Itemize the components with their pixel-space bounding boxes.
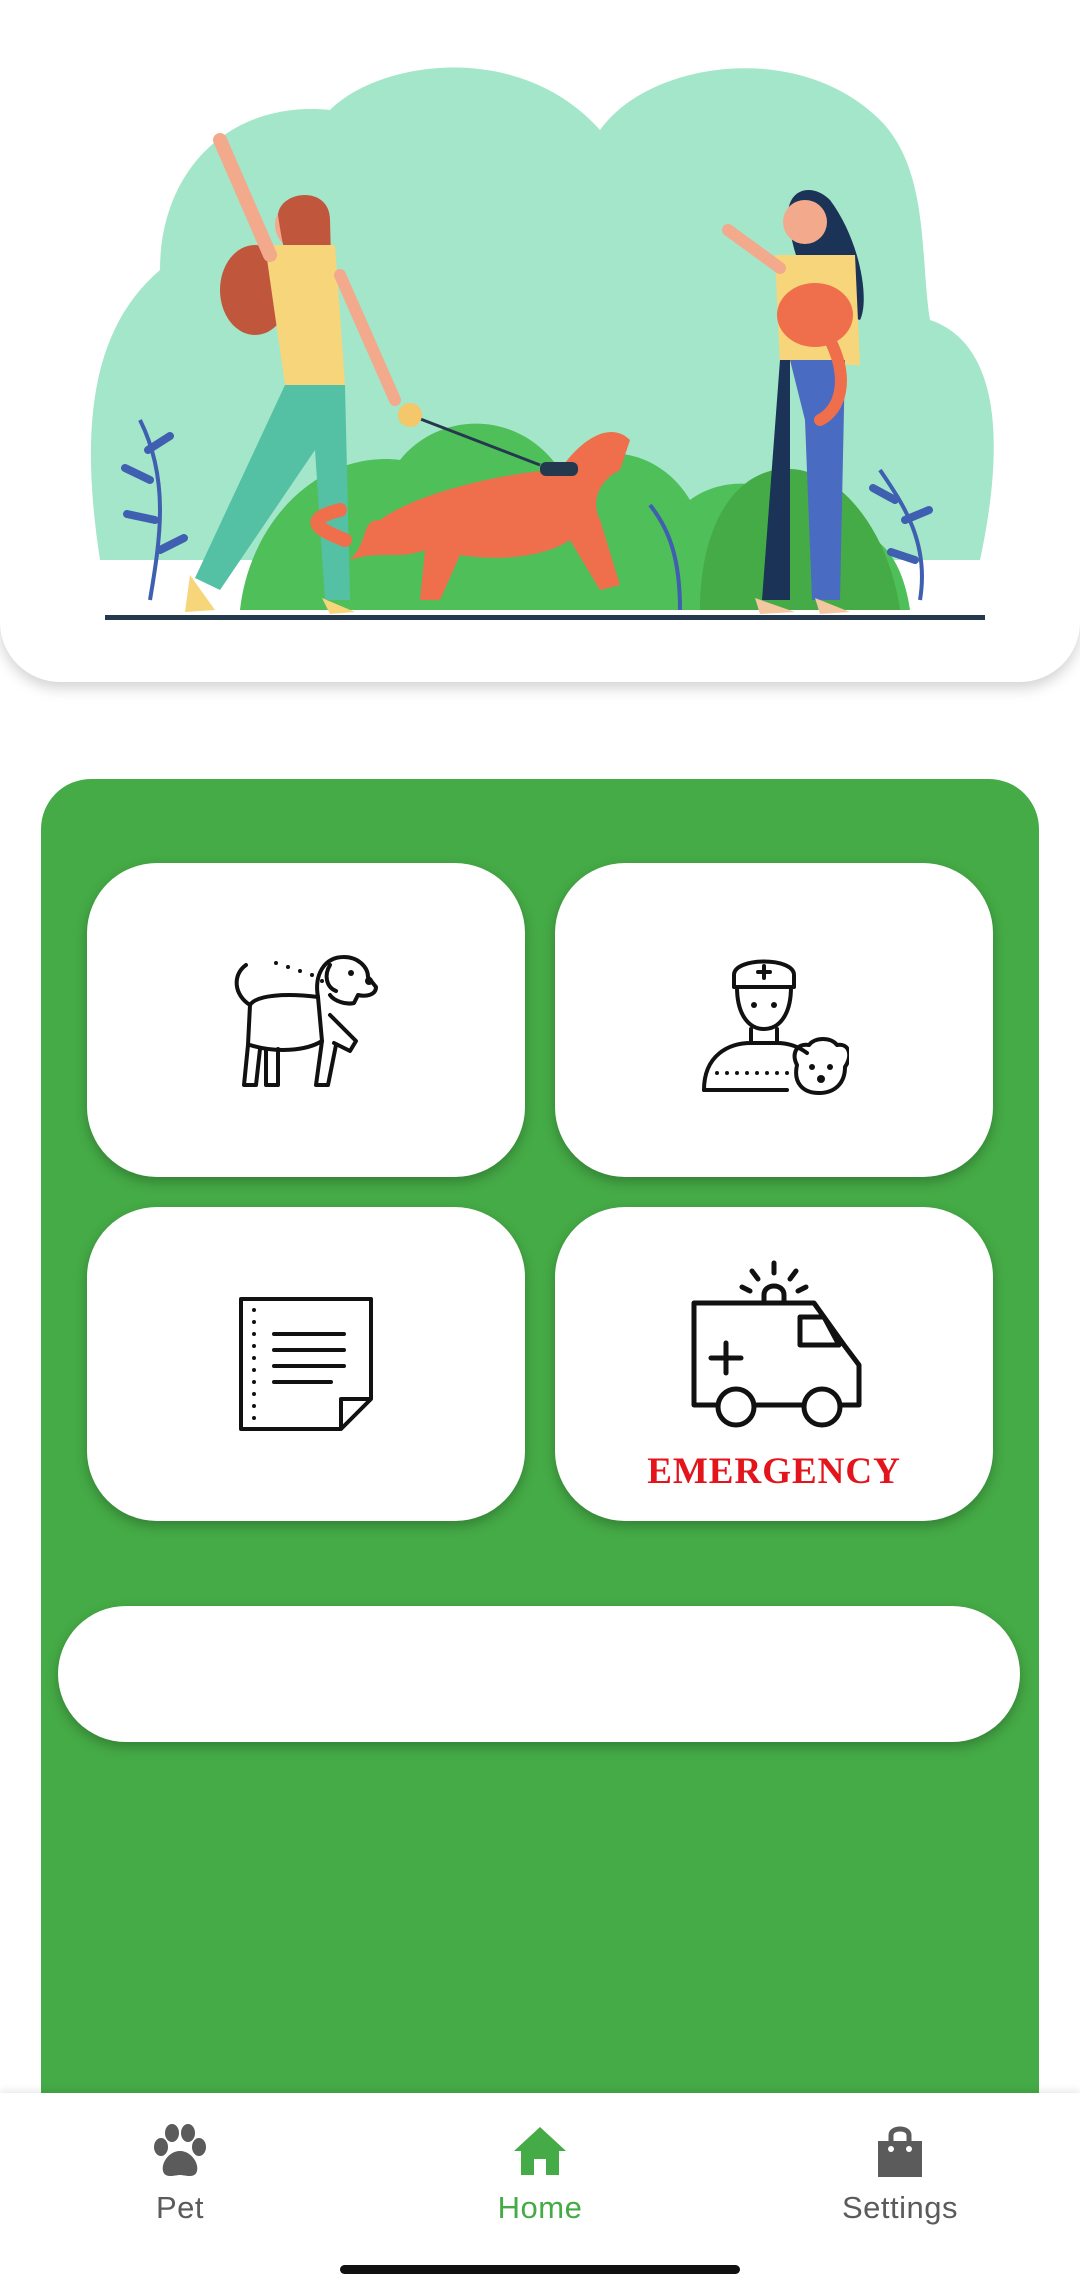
dog-walking-tile[interactable] <box>87 863 525 1177</box>
home-indicator[interactable] <box>340 2265 740 2274</box>
nav-item-home[interactable]: Home <box>430 2123 650 2233</box>
document-icon <box>239 1297 373 1431</box>
emergency-tile[interactable]: EMERGENCY <box>555 1207 993 1521</box>
pet-walk-illustration <box>90 67 994 620</box>
nav-item-pet[interactable]: Pet <box>70 2123 290 2233</box>
records-tile[interactable] <box>87 1207 525 1521</box>
hero-illustration-card <box>0 0 1080 682</box>
home-icon <box>514 2127 566 2175</box>
nav-item-settings[interactable]: Settings <box>790 2123 1010 2233</box>
veterinarian-tile[interactable] <box>555 863 993 1177</box>
veterinarian-icon <box>702 959 849 1095</box>
nav-label-home: Home <box>497 2190 583 2225</box>
banner-pill[interactable] <box>58 1606 1020 1742</box>
bottom-navigation-bar: Pet Home Settings <box>0 2093 1080 2291</box>
nav-label-settings: Settings <box>841 2190 958 2225</box>
dog-walking-icon <box>234 955 378 1087</box>
ambulance-icon <box>691 1260 862 1428</box>
nav-label-pet: Pet <box>155 2190 205 2225</box>
emergency-label: EMERGENCY <box>647 1451 901 1492</box>
paw-icon <box>154 2124 206 2176</box>
shopping-bag-icon <box>878 2126 922 2177</box>
